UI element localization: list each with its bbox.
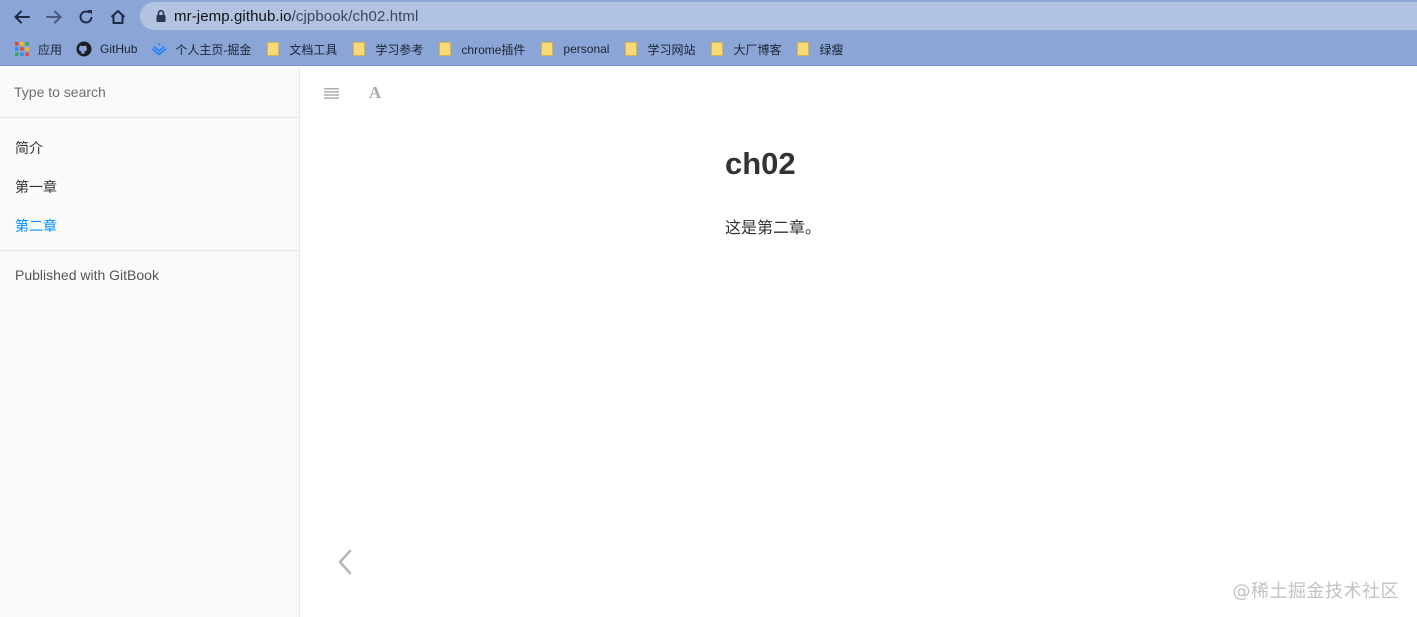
toggle-sidebar-button[interactable]: [316, 81, 346, 105]
lock-icon: [148, 9, 174, 23]
bookmark-label: chrome插件: [461, 42, 526, 57]
page-body-text: 这是第二章。: [725, 220, 822, 237]
folder-icon: [623, 41, 639, 57]
search-box: [0, 67, 299, 118]
bookmark-folder-personal[interactable]: personal: [537, 36, 617, 62]
arrow-left-icon: [14, 10, 30, 23]
bookmark-label: 绿瘦: [819, 42, 844, 57]
home-button[interactable]: [102, 1, 134, 33]
bookmark-label: personal: [563, 42, 610, 56]
font-settings-button[interactable]: A: [360, 81, 390, 105]
published-with-gitbook-link[interactable]: Published with GitBook: [0, 267, 299, 283]
bookmark-folder-chrome[interactable]: chrome插件: [435, 36, 533, 62]
bookmark-folder-sites[interactable]: 学习网站: [621, 36, 703, 62]
reload-button[interactable]: [70, 1, 102, 33]
chevron-left-icon: [338, 549, 352, 575]
watermark: @稀土掘金技术社区: [1232, 581, 1399, 602]
back-button[interactable]: [6, 1, 38, 33]
bookmark-folder-study[interactable]: 学习参考: [349, 36, 431, 62]
bookmarks-bar: 应用 GitHub 个人主页-掘金 文档工具 学习参考 chrome插件 per…: [0, 33, 1417, 66]
bookmark-github[interactable]: GitHub: [74, 36, 145, 62]
divider: [0, 250, 299, 251]
bookmark-label: 大厂博客: [733, 42, 782, 57]
folder-icon: [709, 41, 725, 57]
folder-icon: [539, 41, 555, 57]
url-host: mr-jemp.github.io: [174, 7, 292, 25]
bookmark-folder-docs[interactable]: 文档工具: [263, 36, 345, 62]
url-text: mr-jemp.github.io/cjpbook/ch02.html: [174, 8, 418, 25]
page-content: ch02 这是第二章。: [725, 140, 1325, 242]
bookmark-juejin[interactable]: 个人主页-掘金: [149, 36, 259, 62]
bookmark-label: 个人主页-掘金: [175, 42, 252, 57]
folder-icon: [265, 41, 281, 57]
reload-icon: [79, 9, 93, 23]
juejin-icon: [151, 41, 167, 57]
search-input[interactable]: [14, 84, 284, 100]
bookmark-label: 学习网站: [647, 42, 696, 57]
folder-icon: [437, 41, 453, 57]
font-icon: A: [368, 83, 382, 102]
folder-icon: [795, 41, 811, 57]
address-bar[interactable]: mr-jemp.github.io/cjpbook/ch02.html: [140, 2, 1417, 30]
bookmark-label: 学习参考: [375, 42, 424, 57]
bookmark-folder-blogs[interactable]: 大厂博客: [707, 36, 789, 62]
arrow-right-icon: [46, 10, 62, 23]
browser-toolbar: mr-jemp.github.io/cjpbook/ch02.html: [0, 0, 1417, 33]
github-icon: [76, 41, 92, 57]
apps-grid-icon: [14, 41, 30, 57]
summary-list: 简介 第一章 第二章: [0, 118, 299, 245]
url-path: /cjpbook/ch02.html: [291, 7, 419, 25]
bookmark-label: GitHub: [100, 42, 138, 56]
home-icon: [110, 9, 126, 24]
summary-item-chapter-2[interactable]: 第二章: [0, 206, 299, 245]
summary-item-intro[interactable]: 简介: [0, 128, 299, 167]
forward-button[interactable]: [38, 1, 70, 33]
page-title: ch02: [725, 146, 796, 181]
hamburger-icon: [323, 87, 339, 99]
bookmark-label: 文档工具: [289, 42, 338, 57]
book-header: A: [300, 67, 1417, 117]
bookmark-folder-lvshou[interactable]: 绿瘦: [793, 36, 851, 62]
folder-icon: [351, 41, 367, 57]
summary-item-chapter-1[interactable]: 第一章: [0, 167, 299, 206]
bookmark-label: 应用: [38, 42, 63, 57]
book-sidebar: 简介 第一章 第二章 Published with GitBook: [0, 67, 300, 617]
previous-page-button[interactable]: [330, 540, 360, 584]
bookmark-apps[interactable]: 应用: [12, 36, 70, 62]
